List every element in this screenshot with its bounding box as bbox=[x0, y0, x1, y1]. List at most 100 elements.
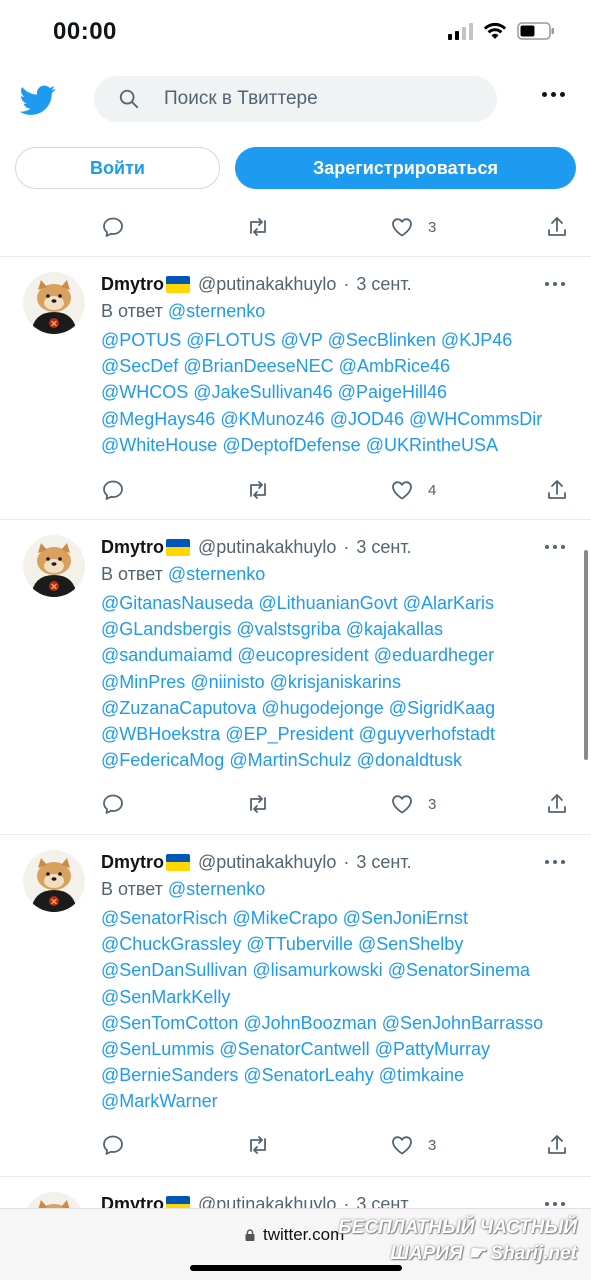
mention-link[interactable]: @SenMarkKelly bbox=[101, 987, 230, 1007]
mention-link[interactable]: @FedericaMog bbox=[101, 750, 224, 770]
share-button[interactable] bbox=[545, 792, 569, 816]
mention-link[interactable]: @ZuzanaCaputova bbox=[101, 698, 256, 718]
share-button[interactable] bbox=[545, 1133, 569, 1157]
mention-link[interactable]: @lisamurkowski bbox=[252, 960, 382, 980]
mention-link[interactable]: @MartinSchulz bbox=[229, 750, 351, 770]
tweet-more-icon[interactable] bbox=[545, 545, 565, 549]
twitter-logo-icon[interactable] bbox=[20, 82, 56, 118]
mention-link[interactable]: @BrianDeeseNEC bbox=[183, 356, 333, 376]
mention-link[interactable]: @SigridKaag bbox=[389, 698, 495, 718]
mention-link[interactable]: @PaigeHill46 bbox=[338, 382, 447, 402]
mention-link[interactable]: @SenTomCotton bbox=[101, 1013, 238, 1033]
mention-link[interactable]: @hugodejonge bbox=[261, 698, 383, 718]
search-input[interactable]: Поиск в Твиттере bbox=[94, 76, 497, 122]
retweet-button[interactable] bbox=[246, 215, 270, 239]
tweet-more-icon[interactable] bbox=[545, 860, 565, 864]
scrollbar[interactable] bbox=[584, 550, 588, 760]
mention-link[interactable]: @LithuanianGovt bbox=[258, 593, 397, 613]
avatar[interactable] bbox=[23, 535, 85, 597]
mention-link[interactable]: @niinisto bbox=[190, 672, 264, 692]
mention-link[interactable]: @SenDanSullivan bbox=[101, 960, 247, 980]
author-handle[interactable]: @putinakakhuylo bbox=[198, 274, 336, 295]
reply-button[interactable] bbox=[101, 1133, 125, 1157]
share-button[interactable] bbox=[545, 215, 569, 239]
share-button[interactable] bbox=[545, 478, 569, 502]
mention-link[interactable]: @GLandsbergis bbox=[101, 619, 231, 639]
mention-link[interactable]: @TTuberville bbox=[246, 934, 353, 954]
mention-link[interactable]: @MikeCrapo bbox=[232, 908, 337, 928]
tweet-date[interactable]: 3 сент. bbox=[356, 852, 411, 873]
login-button[interactable]: Войти bbox=[15, 147, 220, 189]
retweet-button[interactable] bbox=[246, 1133, 270, 1157]
mention-link[interactable]: @eucopresident bbox=[237, 645, 368, 665]
more-options-icon[interactable] bbox=[542, 92, 565, 97]
mention-link[interactable]: @DeptofDefense bbox=[222, 435, 360, 455]
retweet-button[interactable] bbox=[246, 792, 270, 816]
mention-link[interactable]: @WBHoekstra bbox=[101, 724, 220, 744]
mention-link[interactable]: @ChuckGrassley bbox=[101, 934, 241, 954]
tweet-date[interactable]: 3 сент. bbox=[356, 274, 411, 295]
mention-link[interactable]: @SenShelby bbox=[358, 934, 463, 954]
mention-link[interactable]: @POTUS bbox=[101, 330, 181, 350]
mention-link[interactable]: @EP_President bbox=[225, 724, 353, 744]
mention-link[interactable]: @MarkWarner bbox=[101, 1091, 218, 1111]
mention-link[interactable]: @JohnBoozman bbox=[243, 1013, 376, 1033]
reply-button[interactable] bbox=[101, 215, 125, 239]
mention-link[interactable]: @eduardheger bbox=[374, 645, 494, 665]
mention-link[interactable]: @AlarKaris bbox=[403, 593, 494, 613]
mention-link[interactable]: @guyverhofstadt bbox=[359, 724, 495, 744]
mention-link[interactable]: @sandumaiamd bbox=[101, 645, 232, 665]
mention-link[interactable]: @SenLummis bbox=[101, 1039, 214, 1059]
mention-link[interactable]: @SenatorSinema bbox=[388, 960, 530, 980]
mention-link[interactable]: @kajakallas bbox=[346, 619, 443, 639]
mention-link[interactable]: @FLOTUS bbox=[186, 330, 275, 350]
mention-link[interactable]: @WHCOS bbox=[101, 382, 188, 402]
reply-to-link[interactable]: @sternenko bbox=[168, 879, 265, 899]
like-button[interactable]: 3 bbox=[390, 792, 436, 816]
mention-link[interactable]: @WhiteHouse bbox=[101, 435, 217, 455]
mention-link[interactable]: @KJP46 bbox=[441, 330, 512, 350]
mention-link[interactable]: @MinPres bbox=[101, 672, 185, 692]
mention-link[interactable]: @AmbRice46 bbox=[339, 356, 450, 376]
mention-link[interactable]: @SenJohnBarrasso bbox=[382, 1013, 543, 1033]
author-handle[interactable]: @putinakakhuylo bbox=[198, 852, 336, 873]
mention-link[interactable]: @timkaine bbox=[379, 1065, 464, 1085]
mention-link[interactable]: @SenatorRisch bbox=[101, 908, 227, 928]
author-name[interactable]: Dmytro bbox=[101, 537, 164, 558]
like-button[interactable]: 3 bbox=[390, 1133, 436, 1157]
mention-link[interactable]: @SenatorCantwell bbox=[219, 1039, 369, 1059]
address-bar[interactable]: twitter.com bbox=[245, 1225, 344, 1245]
mention-link[interactable]: @SenJoniErnst bbox=[343, 908, 468, 928]
like-button[interactable]: 4 bbox=[390, 478, 436, 502]
mention-link[interactable]: @WHCommsDir bbox=[409, 409, 542, 429]
mention-link[interactable]: @MegHays46 bbox=[101, 409, 215, 429]
avatar[interactable] bbox=[23, 850, 85, 912]
tweet-more-icon[interactable] bbox=[545, 282, 565, 286]
avatar[interactable] bbox=[23, 272, 85, 334]
mention-link[interactable]: @valstsgriba bbox=[236, 619, 340, 639]
mention-link[interactable]: @krisjaniskarins bbox=[270, 672, 401, 692]
author-name[interactable]: Dmytro bbox=[101, 852, 164, 873]
retweet-button[interactable] bbox=[246, 478, 270, 502]
mention-link[interactable]: @SecBlinken bbox=[328, 330, 436, 350]
reply-to-link[interactable]: @sternenko bbox=[168, 564, 265, 584]
tweet-date[interactable]: 3 сент. bbox=[356, 537, 411, 558]
mention-link[interactable]: @BernieSanders bbox=[101, 1065, 238, 1085]
mention-link[interactable]: @UKRintheUSA bbox=[366, 435, 498, 455]
mention-link[interactable]: @donaldtusk bbox=[357, 750, 462, 770]
reply-to-link[interactable]: @sternenko bbox=[168, 301, 265, 321]
author-handle[interactable]: @putinakakhuylo bbox=[198, 537, 336, 558]
mention-link[interactable]: @VP bbox=[281, 330, 323, 350]
mention-link[interactable]: @PattyMurray bbox=[375, 1039, 490, 1059]
like-button[interactable]: 3 bbox=[390, 215, 436, 239]
mention-link[interactable]: @JakeSullivan46 bbox=[193, 382, 332, 402]
reply-button[interactable] bbox=[101, 792, 125, 816]
author-name[interactable]: Dmytro bbox=[101, 274, 164, 295]
mention-link[interactable]: @SecDef bbox=[101, 356, 178, 376]
reply-button[interactable] bbox=[101, 478, 125, 502]
mention-link[interactable]: @GitanasNauseda bbox=[101, 593, 253, 613]
mention-link[interactable]: @JOD46 bbox=[330, 409, 404, 429]
tweet-more-icon[interactable] bbox=[545, 1202, 565, 1206]
mention-link[interactable]: @SenatorLeahy bbox=[243, 1065, 373, 1085]
mention-link[interactable]: @KMunoz46 bbox=[220, 409, 324, 429]
